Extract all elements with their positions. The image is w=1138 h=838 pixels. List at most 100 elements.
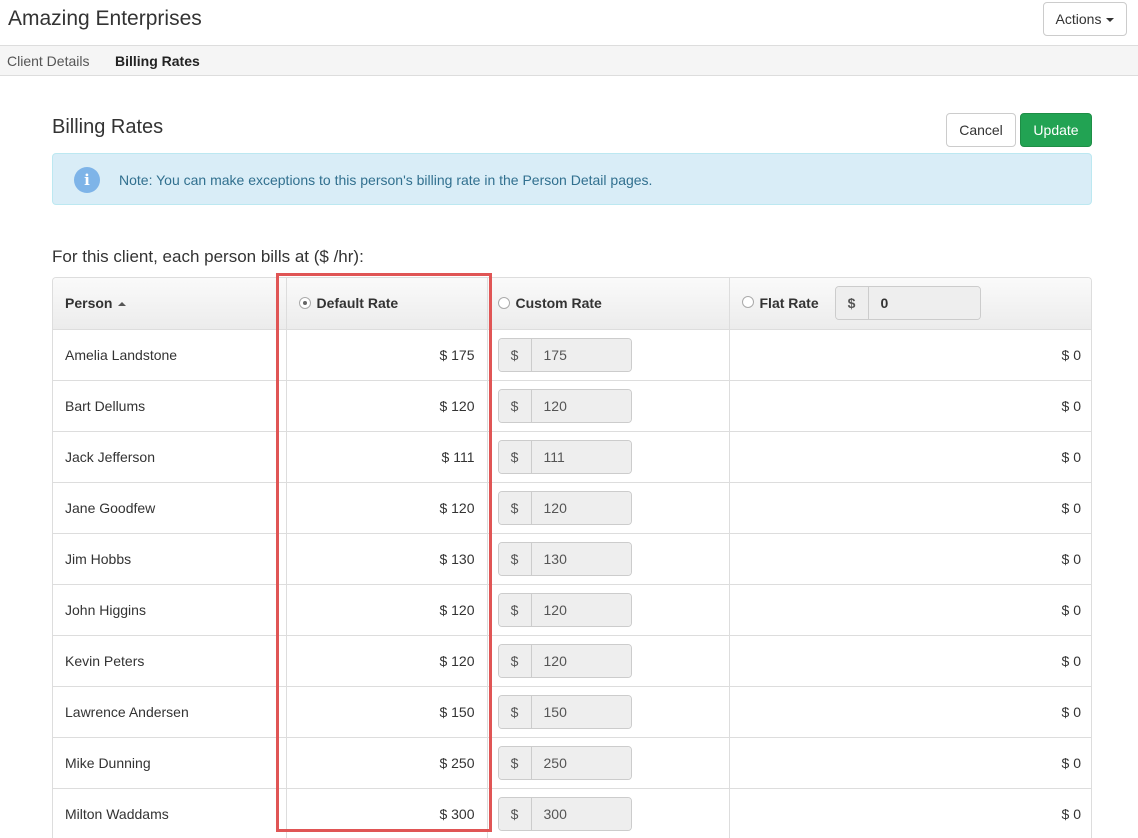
table-row: Mike Dunning$ 250 $ $ 0 [53, 737, 1091, 789]
custom-rate-input-group: $ [497, 337, 632, 372]
default-rate-value: $ 120 [286, 584, 488, 636]
default-rate-label: Default Rate [316, 295, 399, 312]
info-icon: i [74, 167, 100, 193]
person-name: Jane Goodfew [53, 482, 287, 534]
default-rate-value: $ 120 [286, 380, 488, 432]
custom-rate-cell: $ [487, 788, 730, 838]
app-title: Amazing Enterprises [8, 7, 202, 30]
default-rate-value: $ 175 [286, 329, 488, 381]
currency-addon: $ [498, 695, 532, 728]
person-name: Mike Dunning [53, 737, 287, 789]
custom-rate-input[interactable] [531, 644, 631, 677]
currency-addon: $ [498, 440, 532, 473]
custom-rate-input[interactable] [531, 491, 631, 524]
note-text: Note: You can make exceptions to this pe… [119, 172, 653, 188]
default-rate-value: $ 300 [286, 788, 488, 838]
custom-rate-input[interactable] [531, 593, 631, 626]
table-row: John Higgins$ 120 $ $ 0 [53, 584, 1091, 636]
custom-rate-input-group: $ [497, 796, 632, 831]
person-name: Jack Jefferson [53, 431, 287, 483]
table-row: Kevin Peters$ 120 $ $ 0 [53, 635, 1091, 687]
default-rate-value: $ 111 [286, 431, 488, 483]
flat-rate-value: $ 0 [729, 584, 1091, 636]
person-column-header[interactable]: Person [53, 278, 287, 330]
custom-rate-input-group: $ [497, 592, 632, 627]
default-rate-value: $ 250 [286, 737, 488, 789]
custom-rate-cell: $ [487, 584, 730, 636]
custom-rate-cell: $ [487, 737, 730, 789]
flat-rate-value: $ 0 [729, 482, 1091, 534]
default-rate-column-header: Default Rate [286, 278, 488, 330]
custom-rate-cell: $ [487, 533, 730, 585]
intro-text: For this client, each person bills at ($… [52, 247, 364, 266]
custom-rate-input[interactable] [531, 542, 631, 575]
custom-rate-cell: $ [487, 329, 730, 381]
person-name: Kevin Peters [53, 635, 287, 687]
sort-ascending-icon [118, 302, 127, 307]
currency-addon: $ [498, 593, 532, 626]
custom-rate-input[interactable] [531, 695, 631, 728]
flat-rate-value: $ 0 [729, 686, 1091, 738]
tab-client-details[interactable]: Client Details [7, 53, 89, 69]
table-row: Milton Waddams$ 300 $ $ 0 [53, 788, 1091, 838]
custom-rate-cell: $ [487, 431, 730, 483]
person-name: Lawrence Andersen [53, 686, 287, 738]
custom-rate-input-group: $ [497, 694, 632, 729]
update-button[interactable]: Update [1020, 113, 1092, 147]
default-rate-value: $ 130 [286, 533, 488, 585]
currency-addon: $ [498, 389, 532, 422]
currency-addon: $ [498, 491, 532, 524]
default-rate-radio[interactable] [298, 297, 311, 310]
custom-rate-cell: $ [487, 482, 730, 534]
flat-rate-value: $ 0 [729, 635, 1091, 687]
table-row: Bart Dellums$ 120 $ $ 0 [53, 380, 1091, 432]
currency-addon: $ [498, 542, 532, 575]
flat-rate-value: $ 0 [729, 788, 1091, 838]
tab-bar: Client Details Billing Rates [0, 45, 1138, 76]
custom-rate-radio[interactable] [497, 297, 510, 310]
info-note: i Note: You can make exceptions to this … [52, 153, 1092, 205]
custom-rate-input-group: $ [497, 388, 632, 423]
actions-dropdown-button[interactable]: Actions [1043, 2, 1127, 36]
currency-addon: $ [498, 338, 532, 371]
table-row: Jim Hobbs$ 130 $ $ 0 [53, 533, 1091, 585]
flat-rate-value: $ 0 [729, 431, 1091, 483]
flat-rate-value: $ 0 [729, 329, 1091, 381]
flat-rate-label: Flat Rate [759, 295, 819, 312]
billing-rates-table: Person Default Rate Custom Rate Flat Rat… [52, 277, 1092, 838]
custom-rate-label: Custom Rate [515, 295, 602, 312]
table-row: Amelia Landstone$ 175 $ $ 0 [53, 329, 1091, 381]
table-row: Jack Jefferson$ 111 $ $ 0 [53, 431, 1091, 483]
currency-addon: $ [835, 287, 869, 320]
person-header-label: Person [65, 295, 113, 312]
caret-down-icon [1106, 18, 1115, 22]
custom-rate-cell: $ [487, 635, 730, 687]
custom-rate-input-group: $ [497, 643, 632, 678]
custom-rate-input[interactable] [531, 746, 631, 779]
custom-rate-input-group: $ [497, 541, 632, 576]
person-name: John Higgins [53, 584, 287, 636]
actions-label: Actions [1055, 11, 1102, 27]
custom-rate-input[interactable] [531, 389, 631, 422]
custom-rate-column-header: Custom Rate [487, 278, 730, 330]
flat-rate-value: $ 0 [729, 737, 1091, 789]
flat-rate-radio[interactable] [741, 295, 754, 308]
custom-rate-input[interactable] [531, 338, 631, 371]
custom-rate-input-group: $ [497, 745, 632, 780]
flat-rate-column-header: Flat Rate $ [729, 278, 1091, 330]
currency-addon: $ [498, 797, 532, 830]
custom-rate-input[interactable] [531, 440, 631, 473]
flat-rate-input[interactable] [868, 287, 980, 320]
currency-addon: $ [498, 644, 532, 677]
custom-rate-input[interactable] [531, 797, 631, 830]
cancel-button[interactable]: Cancel [946, 113, 1016, 147]
table-row: Jane Goodfew$ 120 $ $ 0 [53, 482, 1091, 534]
person-name: Jim Hobbs [53, 533, 287, 585]
table-row: Lawrence Andersen$ 150 $ $ 0 [53, 686, 1091, 738]
person-name: Amelia Landstone [53, 329, 287, 381]
person-name: Milton Waddams [53, 788, 287, 838]
tab-billing-rates[interactable]: Billing Rates [115, 53, 200, 69]
custom-rate-input-group: $ [497, 490, 632, 525]
flat-rate-value: $ 0 [729, 533, 1091, 585]
section-title: Billing Rates [52, 116, 164, 138]
